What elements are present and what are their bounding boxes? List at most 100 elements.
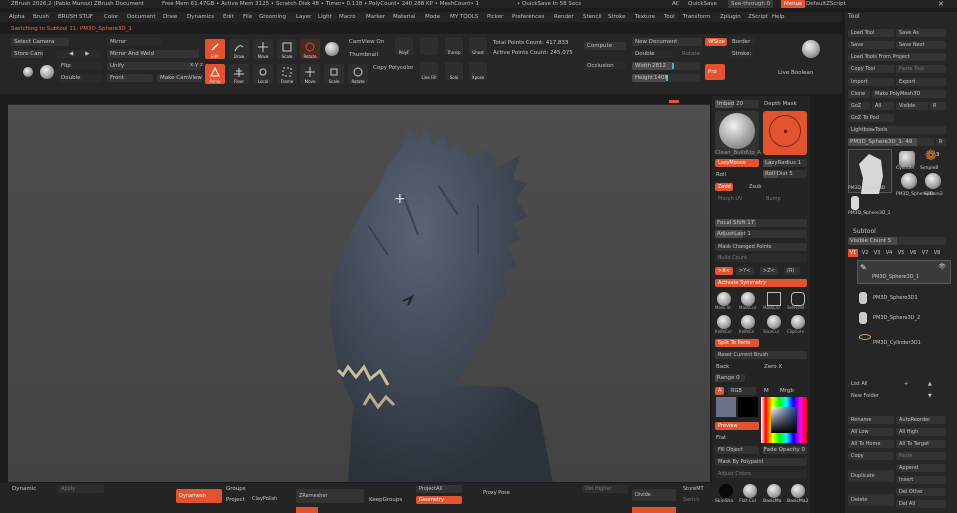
proxy-pose-button[interactable]: Proxy Pose xyxy=(480,489,526,497)
duplicate-button[interactable]: Duplicate xyxy=(848,470,894,482)
mirror-button[interactable]: Mirror xyxy=(107,38,162,46)
zsub-button[interactable]: Zsub xyxy=(746,183,768,191)
subtool-item-4[interactable]: PM3D_Cylinder3D1 xyxy=(857,332,951,354)
current-tool-r-button[interactable]: R xyxy=(936,138,946,146)
load-tools-from-project-button[interactable]: Load Tools From Project xyxy=(848,53,946,61)
v6-button[interactable]: V6 xyxy=(908,249,918,257)
keepgroups-toggle[interactable]: KeepGroups xyxy=(369,497,402,503)
goz-button[interactable]: GoZ xyxy=(848,102,870,110)
switch-button[interactable]: Switch xyxy=(680,496,710,504)
append-button[interactable]: Append xyxy=(896,464,946,472)
clip-curve-brush-icon[interactable] xyxy=(791,315,805,329)
rename-button[interactable]: Rename xyxy=(848,416,894,424)
basic-material-icon[interactable] xyxy=(767,484,781,498)
frame-button[interactable]: Frame xyxy=(277,64,297,84)
fill-object-button[interactable]: Fill Object xyxy=(715,446,759,454)
export-button[interactable]: Export xyxy=(896,78,946,86)
roll-dist-slider[interactable]: Roll Dist 5 xyxy=(763,170,807,178)
copy-polycolor-button[interactable]: Copy Polycolor xyxy=(373,65,414,71)
cylinder-tool-icon[interactable] xyxy=(899,151,915,167)
menu-picker[interactable]: Picker xyxy=(487,12,503,22)
knife-curve-brush-icon[interactable] xyxy=(717,315,731,329)
subtool-item-1[interactable]: ✎ PM3D_Sphere3D_1 👁 xyxy=(857,260,951,284)
primary-color-swatch[interactable] xyxy=(738,397,758,417)
store-cam-button[interactable]: Store Cam xyxy=(11,50,43,58)
goz-visible-button[interactable]: Visible xyxy=(896,102,928,110)
project-toggle[interactable]: Project xyxy=(226,497,245,503)
unify-button[interactable]: Unify xyxy=(107,62,201,70)
menu-brush[interactable]: Brush xyxy=(33,12,49,22)
roll-toggle[interactable]: Roll xyxy=(716,172,726,178)
matcap-sphere-icon[interactable] xyxy=(802,40,820,58)
m-channel-button[interactable]: M xyxy=(764,388,769,394)
adjust-last-slider[interactable]: AdjustLast 1 xyxy=(715,230,807,238)
menu-edit[interactable]: Edit xyxy=(223,12,234,22)
wsize-button[interactable]: WSize xyxy=(705,38,727,46)
stroke-thumbnail[interactable] xyxy=(763,111,807,155)
load-tool-button[interactable]: Load Tool xyxy=(848,29,894,37)
canvas-viewport[interactable]: + xyxy=(8,104,710,482)
line-fill-button[interactable]: Line Fill xyxy=(420,62,438,80)
menu-preferences[interactable]: Preferences xyxy=(512,12,544,22)
save-next-button[interactable]: Save Next xyxy=(896,41,946,49)
floor-button[interactable]: Floor xyxy=(229,64,249,84)
v1-button[interactable]: V1 xyxy=(848,249,858,257)
zremesher-button[interactable]: ZRemesher xyxy=(296,489,364,503)
menu-my-tools[interactable]: MY TOOLS xyxy=(450,12,478,22)
menu-stroke[interactable]: Stroke xyxy=(608,12,626,22)
pro-button[interactable]: Pro xyxy=(705,64,725,80)
sculpt-model[interactable] xyxy=(8,105,710,482)
visible-count-slider[interactable]: Visible Count 5 xyxy=(848,237,946,245)
storemt-button[interactable]: StoreMT xyxy=(680,485,710,493)
move-mode-button[interactable]: Move xyxy=(253,39,273,59)
goz-all-button[interactable]: All xyxy=(872,102,894,110)
menu-stencil[interactable]: Stencil xyxy=(583,12,602,22)
del-all-button[interactable]: Del All xyxy=(896,500,946,508)
v4-button[interactable]: V4 xyxy=(884,249,894,257)
clone-button[interactable]: Clone xyxy=(848,90,870,98)
menus-button[interactable]: Menus xyxy=(781,0,805,8)
draw-mode-button[interactable]: Draw xyxy=(229,39,249,59)
save-as-button[interactable]: Save As xyxy=(896,29,946,37)
left-arrow-icon[interactable]: ◀ xyxy=(69,51,73,57)
back-toggle[interactable]: Back xyxy=(716,364,729,370)
add-subtool-icon[interactable]: + xyxy=(901,380,913,388)
all-high-button[interactable]: All High xyxy=(896,428,946,436)
menu-alpha[interactable]: Alpha xyxy=(9,12,25,22)
copy-subtool-button[interactable]: Copy xyxy=(848,452,894,460)
menu-zscript[interactable]: ZScript xyxy=(748,12,768,22)
adjust-colors-button[interactable]: Adjust Colors xyxy=(715,470,807,478)
simplebrush-tool-icon[interactable]: ❁ xyxy=(925,148,937,164)
height-slider[interactable]: Height 1406 xyxy=(632,74,700,82)
double-toggle[interactable]: Double xyxy=(632,50,672,58)
subtool-section-title[interactable]: Subtool xyxy=(853,228,876,235)
menu-layer[interactable]: Layer xyxy=(296,12,311,22)
goz-r-button[interactable]: R xyxy=(930,102,946,110)
menu-render[interactable]: Render xyxy=(554,12,574,22)
fade-opacity-slider[interactable]: Fade Opacity 0 xyxy=(763,446,807,454)
move-down-arrow-icon[interactable]: ▼ xyxy=(925,392,939,400)
camview-on-toggle[interactable]: CamView On xyxy=(349,39,384,45)
rotate-mode-button[interactable]: Rotate xyxy=(300,39,320,59)
delete-button[interactable]: Delete xyxy=(848,494,894,506)
focal-shift-slider[interactable]: Focal Shift 17 xyxy=(715,219,807,227)
live-boolean-toggle[interactable]: Live Boolean xyxy=(778,70,813,76)
persp-button[interactable]: Persp xyxy=(205,64,225,84)
paste-subtool-button[interactable]: Paste xyxy=(896,452,946,460)
new-document-button[interactable]: New Document xyxy=(632,38,702,46)
goz-to-pod-button[interactable]: GoZ To Pod xyxy=(848,114,894,122)
menu-file[interactable]: File xyxy=(243,12,252,22)
imbed-slider[interactable]: Imbed 20 xyxy=(715,100,759,108)
secondary-color-swatch[interactable] xyxy=(716,397,736,417)
current-tool-slider[interactable]: PM3D_Sphere3D_1. 49 xyxy=(848,138,934,146)
mask-standard-brush-icon[interactable] xyxy=(717,292,731,306)
default-zscript-button[interactable]: DefaultZScript xyxy=(806,0,846,8)
v2-button[interactable]: V2 xyxy=(860,249,870,257)
thumbnail-toggle[interactable]: Thumbnail xyxy=(349,52,378,58)
select-rect-brush-icon[interactable] xyxy=(791,292,805,306)
scale-view-button[interactable]: Scale xyxy=(324,64,344,84)
menu-mode[interactable]: Mode xyxy=(425,12,440,22)
edit-mode-button[interactable]: Edit xyxy=(205,39,225,59)
occlusion-button[interactable]: Occlusion xyxy=(584,62,626,70)
lazymouse-button[interactable]: LazyMouse xyxy=(715,159,759,167)
